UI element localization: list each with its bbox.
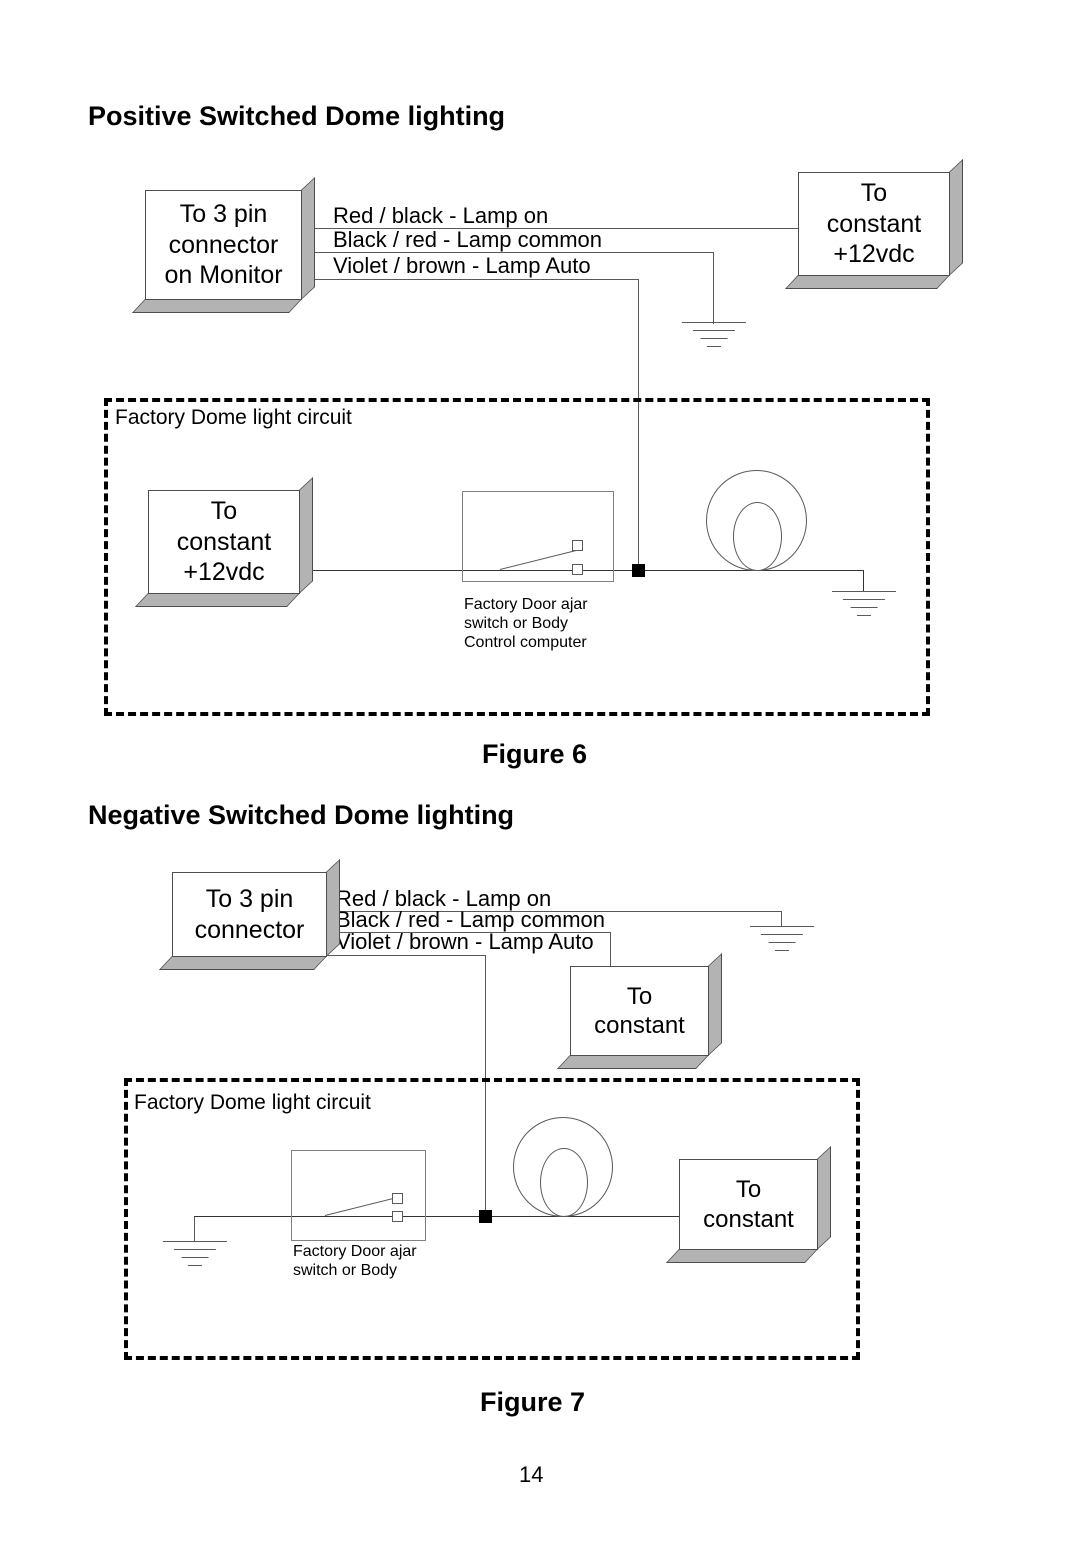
connector-box-line3: on Monitor [164,261,283,290]
figure6-switch-contact-upper [572,540,583,551]
lower-power-line2: constant [703,1205,794,1233]
figure7-internal-ground-leg [194,1216,195,1242]
figure7-enclosure-label: Factory Dome light circuit [134,1091,371,1114]
box-front-face: To constant [679,1159,818,1250]
box-front-face: To 3 pin connector on Monitor [145,190,302,300]
wire-label-red-black: Red / black - Lamp on [333,203,549,228]
lower-power-line1: To [735,1176,762,1204]
upper-power-line2: constant [594,1012,685,1039]
box-front-face: To constant +12vdc [798,172,950,276]
switch-caption-line3: Control computer [464,634,587,652]
figure7-wire-black-red-drop [610,932,611,969]
figure7-switch-caption: Factory Door ajar switch or Body [293,1242,417,1280]
figure6-internal-power-box: To constant +12vdc [134,476,313,607]
connector-box-line1: To 3 pin [179,200,268,229]
figure7-wire-red-black-drop [781,911,782,927]
ground-symbol-common [682,322,746,352]
wire-label-black-red: Black / red - Lamp common [333,227,602,252]
box-side-face [301,176,315,300]
figure7-wire-violet-brown-lamp-auto [320,955,486,956]
figure6-enclosure-label: Factory Dome light circuit [115,406,352,429]
wire-violet-brown-lamp-auto [315,279,639,280]
box-front-face: To constant +12vdc [148,490,300,594]
figure7-connector-box: To 3 pin connector [158,858,340,970]
document-page: Positive Switched Dome lighting Red / bl… [0,0,1080,1563]
figure7-switch-box [291,1150,426,1241]
power-box-line1: To [860,179,888,208]
figure7-heading: Negative Switched Dome lighting [88,800,515,830]
figure6-heading: Positive Switched Dome lighting [88,101,506,131]
switch-caption-line1: Factory Door ajar [293,1243,417,1260]
lamp-inner-ellipse [540,1148,588,1217]
figure7-wire-label-black-red: Black / red - Lamp common [336,907,605,932]
figure7-ground-symbol-internal [163,1241,227,1271]
figure6-power-box: To constant +12vdc [784,158,963,289]
figure6-switch-box [462,491,614,582]
figure6-connector-box: To 3 pin connector on Monitor [131,176,315,313]
figure6-ground-symbol-lamp [832,591,896,621]
switch-caption-line2: switch or Body [293,1262,398,1280]
box-bottom-face [134,593,300,607]
internal-power-line2: constant [176,527,272,556]
internal-power-line1: To [210,497,238,526]
figure7-switch-contact-upper [392,1193,403,1204]
figure6-lamp-symbol [706,470,807,571]
figure7-caption: Figure 7 [480,1387,586,1417]
box-front-face: To constant [570,966,709,1056]
figure7-ground-symbol-lamp-on [750,926,814,956]
figure6-lamp-ground-leg [863,570,864,592]
box-side-face [708,952,722,1056]
figure7-lower-power-box: To constant [665,1145,831,1263]
figure6-switch-caption: Factory Door ajar switch or Body Control… [464,595,588,653]
box-side-face [299,476,313,594]
figure6-switch-contact-lower [572,564,583,575]
box-front-face: To 3 pin connector [172,872,327,957]
connector-box-line2: connector [194,915,305,944]
figure7-upper-power-box: To constant [556,952,722,1069]
wire-label-violet-brown: Violet / brown - Lamp Auto [333,253,591,278]
upper-power-line1: To [626,982,653,1010]
page-number: 14 [519,1462,544,1487]
wire-black-red-lamp-common-drop [713,252,714,324]
figure6-junction-dot [632,564,645,577]
internal-power-line3: +12vdc [183,558,265,587]
figure7-junction-dot [479,1210,492,1223]
power-box-line3: +12vdc [833,240,915,269]
box-side-face [817,1145,831,1250]
figure7-switch-contact-lower [392,1211,403,1222]
box-bottom-face [665,1249,818,1263]
box-side-face [949,158,963,276]
box-bottom-face [784,275,950,289]
box-bottom-face [158,956,327,970]
connector-box-line2: connector [168,230,279,259]
figure6-caption: Figure 6 [482,739,588,769]
switch-caption-line1: Factory Door ajar [464,596,588,613]
box-bottom-face [556,1055,709,1069]
box-side-face [326,858,340,957]
switch-caption-line2: switch or Body [464,615,569,633]
figure7-lamp-symbol [513,1117,613,1217]
power-box-line2: constant [826,209,922,238]
figure7-wire-label-violet-brown: Violet / brown - Lamp Auto [336,929,594,954]
connector-box-line1: To 3 pin [205,885,294,913]
box-bottom-face [131,299,302,313]
lamp-inner-ellipse [733,502,782,571]
